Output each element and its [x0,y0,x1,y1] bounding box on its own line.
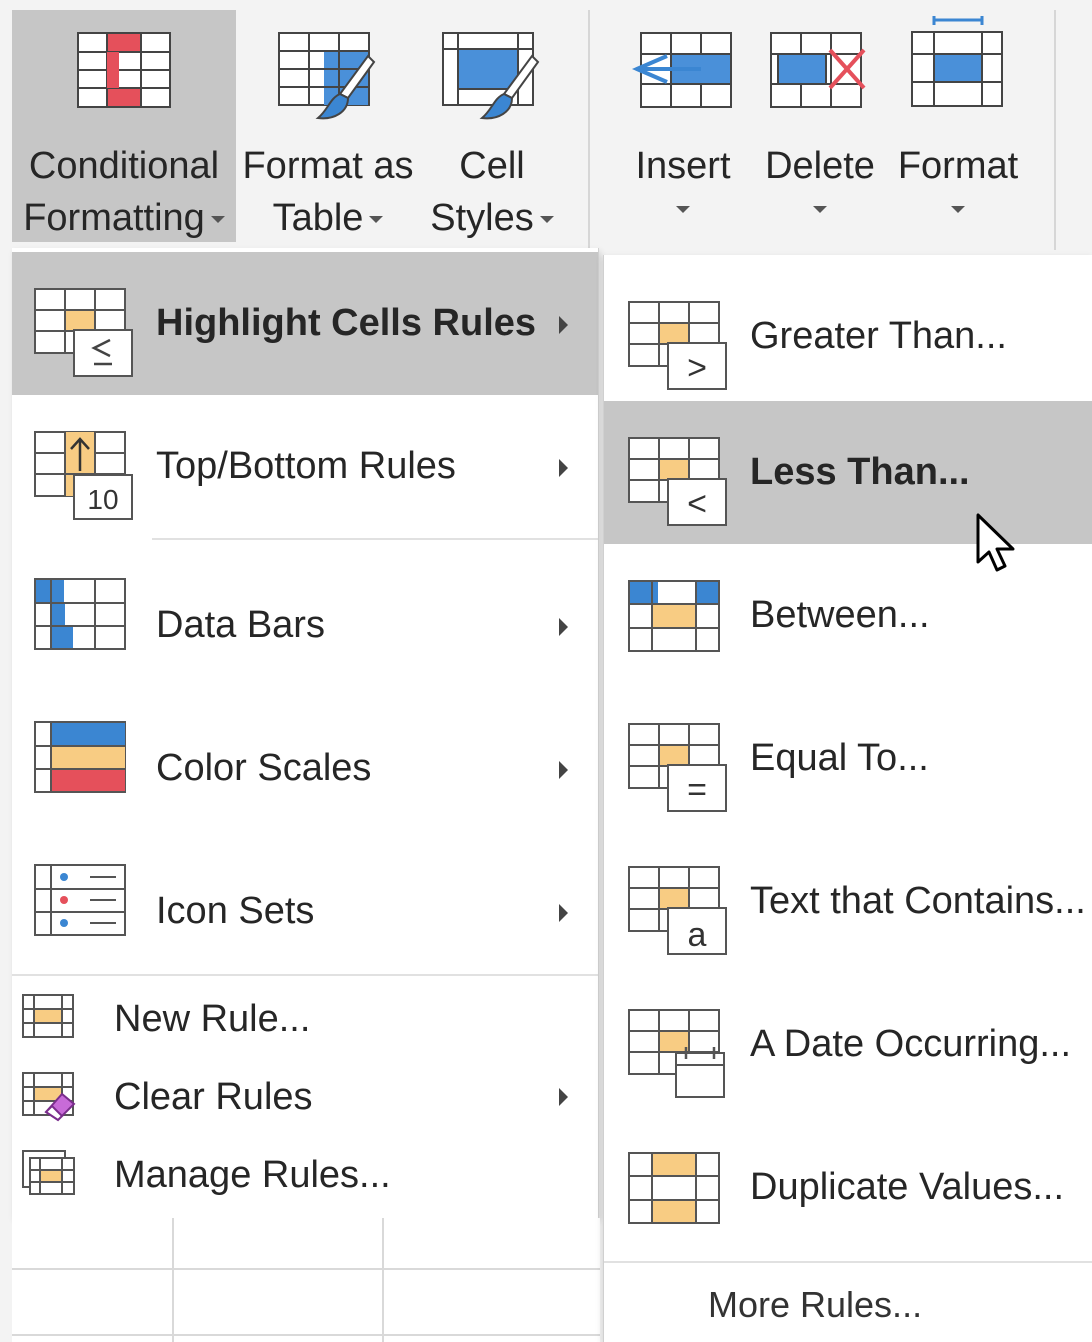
conditional-formatting-icon [77,32,171,113]
submenu-item-equal-to[interactable]: = Equal To... [604,687,1092,830]
color-scales-icon [34,721,128,800]
menu-divider [604,1261,1092,1263]
greater-than-icon: > [628,301,728,396]
submenu-item-label: A Date Occurring... [750,1023,1072,1065]
icon-sets-icon [34,864,128,943]
conditional-formatting-label-1: Conditional [28,145,220,187]
menu-item-manage-rules[interactable]: Manage Rules... [12,1136,598,1214]
insert-cells-button[interactable]: Insert [622,10,744,242]
dropdown-caret-icon [539,216,554,224]
highlight-cells-rules-icon [34,288,134,383]
dropdown-caret-icon [210,216,225,224]
submenu-arrow-icon [559,618,568,636]
submenu-item-label: Duplicate Values... [750,1166,1065,1208]
delete-cells-button[interactable]: Delete [758,10,882,242]
submenu-arrow-icon [559,904,568,922]
text-a-symbol: a [688,916,707,954]
menu-item-label: Highlight Cells Rules [156,302,537,344]
insert-cells-label: Insert [635,145,731,187]
format-cells-button[interactable]: Format [894,10,1022,242]
menu-item-new-rule[interactable]: New Rule... [12,980,598,1058]
top-bottom-rules-icon: 10 [34,431,134,526]
less-than-symbol: < [687,485,707,523]
menu-item-label: Icon Sets [156,890,315,932]
submenu-item-greater-than[interactable]: > Greater Than... [604,265,1092,408]
menu-divider [12,974,598,976]
grid-line [382,1218,384,1342]
menu-item-clear-rules[interactable]: Clear Rules [12,1058,598,1136]
text-contains-icon: a [628,866,728,961]
new-rule-icon [22,994,76,1045]
top-ten-text: 10 [87,484,118,515]
clear-rules-icon [22,1072,78,1127]
menu-item-label: Top/Bottom Rules [156,445,456,487]
submenu-item-label: Greater Than... [750,315,1007,357]
format-as-table-button[interactable]: Format as Table [240,10,416,242]
dropdown-caret-icon [369,216,384,224]
delete-cells-icon [770,32,870,113]
format-cells-icon [910,16,1006,113]
submenu-item-label: Equal To... [750,737,929,779]
ribbon-group-separator [1054,10,1056,250]
mouse-pointer-icon [975,512,1019,581]
submenu-arrow-icon [559,1088,568,1106]
conditional-formatting-button[interactable]: Conditional Formatting [12,10,236,242]
duplicate-values-icon [628,1152,722,1231]
menu-item-data-bars[interactable]: Data Bars [12,554,598,697]
less-than-icon: < [628,437,728,532]
equal-symbol: = [687,771,707,809]
menu-divider [152,538,598,540]
data-bars-icon [34,578,128,657]
dropdown-caret-icon [676,206,690,213]
menu-item-highlight-cells-rules[interactable]: Highlight Cells Rules [12,252,598,395]
ribbon-group-separator [588,10,590,250]
menu-item-label: Color Scales [156,747,372,789]
conditional-formatting-menu: Highlight Cells Rules 10 Top/Bottom Rule… [12,248,599,1218]
between-icon [628,580,722,659]
manage-rules-icon [22,1150,76,1201]
submenu-item-label: Text that Contains... [750,880,1086,922]
submenu-item-duplicate-values[interactable]: Duplicate Values... [604,1116,1092,1259]
dropdown-caret-icon [951,206,965,213]
menu-item-color-scales[interactable]: Color Scales [12,697,598,840]
worksheet-grid[interactable] [12,1218,600,1342]
conditional-formatting-label-2: Formatting [23,197,205,239]
submenu-item-date-occurring[interactable]: A Date Occurring... [604,973,1092,1116]
menu-item-label: Manage Rules... [114,1154,391,1196]
format-as-table-icon [278,32,378,129]
submenu-item-text-contains[interactable]: a Text that Contains... [604,830,1092,973]
format-as-table-label-2: Table [272,197,364,239]
menu-item-icon-sets[interactable]: Icon Sets [12,840,598,983]
highlight-cells-rules-submenu: > Greater Than... < Less Than... Between… [603,255,1092,1342]
cell-styles-button[interactable]: Cell Styles [420,10,564,242]
greater-than-symbol: > [687,349,707,387]
grid-line [12,1334,600,1336]
grid-line [172,1218,174,1342]
menu-item-top-bottom-rules[interactable]: 10 Top/Bottom Rules [12,395,598,538]
submenu-item-label: Between... [750,594,930,636]
insert-cells-icon [631,32,735,113]
menu-item-label: New Rule... [114,998,311,1040]
submenu-item-label: Less Than... [750,451,970,493]
more-rules-item[interactable]: More Rules... [708,1265,922,1342]
equal-to-icon: = [628,723,728,818]
excel-window: Conditional Formatting Format as Table C… [0,0,1092,1342]
submenu-arrow-icon [559,459,568,477]
date-occurring-icon [628,1009,728,1104]
submenu-arrow-icon [559,316,568,334]
cell-styles-label-2: Styles [430,197,534,239]
ribbon-styles-cells-groups: Conditional Formatting Format as Table C… [0,0,1092,250]
cell-styles-icon [442,32,542,129]
format-cells-label: Format [897,145,1019,187]
cell-styles-label-1: Cell [459,145,525,187]
dropdown-caret-icon [813,206,827,213]
format-as-table-label-1: Format as [242,145,414,187]
delete-cells-label: Delete [765,145,875,187]
menu-item-label: Data Bars [156,604,325,646]
submenu-arrow-icon [559,761,568,779]
menu-item-label: Clear Rules [114,1076,313,1118]
grid-line [12,1268,600,1270]
